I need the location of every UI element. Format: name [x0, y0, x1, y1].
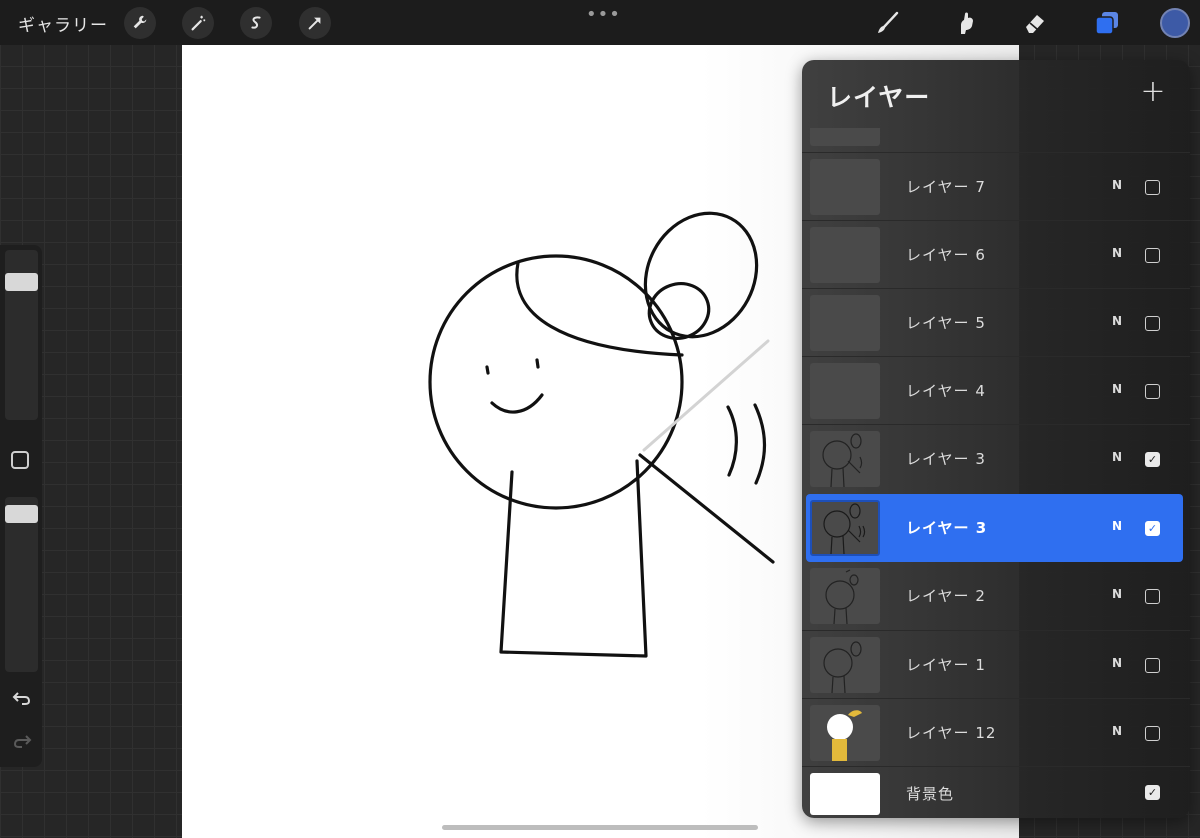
- wrench-icon[interactable]: [124, 7, 156, 39]
- blend-mode-button[interactable]: N: [1112, 314, 1122, 328]
- brush-size-slider[interactable]: [5, 250, 38, 420]
- top-toolbar: ギャラリー •••: [0, 0, 1200, 45]
- layer-thumbnail: [810, 500, 880, 556]
- layer-name: レイヤー 3: [906, 519, 988, 537]
- redo-icon[interactable]: [11, 730, 33, 752]
- smudge-icon[interactable]: [950, 8, 980, 38]
- layer-name: レイヤー 2: [906, 587, 986, 605]
- layer-name: レイヤー 5: [906, 314, 986, 332]
- partial-layer-thumbnail: [810, 128, 880, 146]
- visibility-checkbox[interactable]: ✓: [1145, 521, 1160, 536]
- visibility-checkbox[interactable]: [1145, 726, 1160, 741]
- visibility-checkbox[interactable]: ✓: [1145, 785, 1160, 800]
- layer-row-selected[interactable]: レイヤー 3 N ✓: [806, 494, 1183, 562]
- blend-mode-button[interactable]: N: [1112, 587, 1122, 601]
- layer-row[interactable]: レイヤー 5 N: [802, 288, 1190, 357]
- layers-panel-title: レイヤー: [827, 83, 931, 112]
- undo-icon[interactable]: [11, 687, 33, 709]
- layer-name: レイヤー 4: [906, 382, 986, 400]
- blend-mode-button[interactable]: N: [1112, 246, 1122, 260]
- blend-mode-button[interactable]: N: [1112, 450, 1122, 464]
- layer-row[interactable]: レイヤー 2 N: [802, 562, 1190, 630]
- left-sidebar: [0, 245, 42, 767]
- visibility-checkbox[interactable]: [1145, 658, 1160, 673]
- layer-thumbnail: [810, 363, 880, 419]
- home-indicator: [442, 825, 758, 830]
- opacity-thumb[interactable]: [5, 504, 38, 523]
- visibility-checkbox[interactable]: [1145, 248, 1160, 263]
- visibility-checkbox[interactable]: ✓: [1145, 452, 1160, 467]
- layer-row[interactable]: レイヤー 6 N: [802, 220, 1190, 289]
- selection-icon[interactable]: [240, 7, 272, 39]
- layer-row[interactable]: レイヤー 12 N: [802, 698, 1190, 767]
- modify-button[interactable]: [11, 451, 29, 469]
- layer-name: レイヤー 6: [906, 246, 986, 264]
- layer-thumbnail: [810, 431, 880, 487]
- layer-row[interactable]: レイヤー 3 N ✓: [802, 424, 1190, 493]
- layer-name: レイヤー 12: [906, 724, 997, 742]
- layer-row[interactable]: レイヤー 1 N: [802, 630, 1190, 699]
- gallery-button[interactable]: ギャラリー: [18, 11, 108, 36]
- layer-thumbnail: [810, 159, 880, 215]
- visibility-checkbox[interactable]: [1145, 589, 1160, 604]
- layers-panel: レイヤー + レイヤー 7 N レイヤー 6 N レイヤー 5 N レイヤー 4…: [802, 60, 1190, 818]
- brush-icon[interactable]: [873, 8, 903, 38]
- background-color-swatch[interactable]: [810, 773, 880, 815]
- layer-thumbnail: [810, 637, 880, 693]
- blend-mode-button[interactable]: N: [1112, 519, 1122, 533]
- blend-mode-button[interactable]: N: [1112, 656, 1122, 670]
- layer-row[interactable]: レイヤー 4 N: [802, 356, 1190, 425]
- layer-thumbnail: [810, 568, 880, 624]
- brush-size-thumb[interactable]: [5, 272, 38, 291]
- blend-mode-button[interactable]: N: [1112, 724, 1122, 738]
- layer-row[interactable]: レイヤー 7 N: [802, 152, 1190, 221]
- layer-name: レイヤー 3: [906, 450, 986, 468]
- more-options-button[interactable]: •••: [586, 4, 621, 25]
- layer-thumbnail: [810, 227, 880, 283]
- color-picker-button[interactable]: [1160, 8, 1190, 38]
- blend-mode-button[interactable]: N: [1112, 382, 1122, 396]
- opacity-slider[interactable]: [5, 497, 38, 672]
- blend-mode-button[interactable]: N: [1112, 178, 1122, 192]
- layer-name: 背景色: [906, 785, 955, 803]
- add-layer-button[interactable]: +: [1138, 77, 1168, 108]
- visibility-checkbox[interactable]: [1145, 384, 1160, 399]
- layer-thumbnail: [810, 295, 880, 351]
- layer-thumbnail: [810, 705, 880, 761]
- transform-arrow-icon[interactable]: [299, 7, 331, 39]
- visibility-checkbox[interactable]: [1145, 180, 1160, 195]
- layers-icon[interactable]: [1092, 8, 1122, 38]
- eraser-icon[interactable]: [1020, 8, 1050, 38]
- layer-name: レイヤー 7: [906, 178, 986, 196]
- layer-name: レイヤー 1: [906, 656, 986, 674]
- magic-wand-icon[interactable]: [182, 7, 214, 39]
- background-layer-row[interactable]: 背景色 ✓: [802, 766, 1190, 818]
- visibility-checkbox[interactable]: [1145, 316, 1160, 331]
